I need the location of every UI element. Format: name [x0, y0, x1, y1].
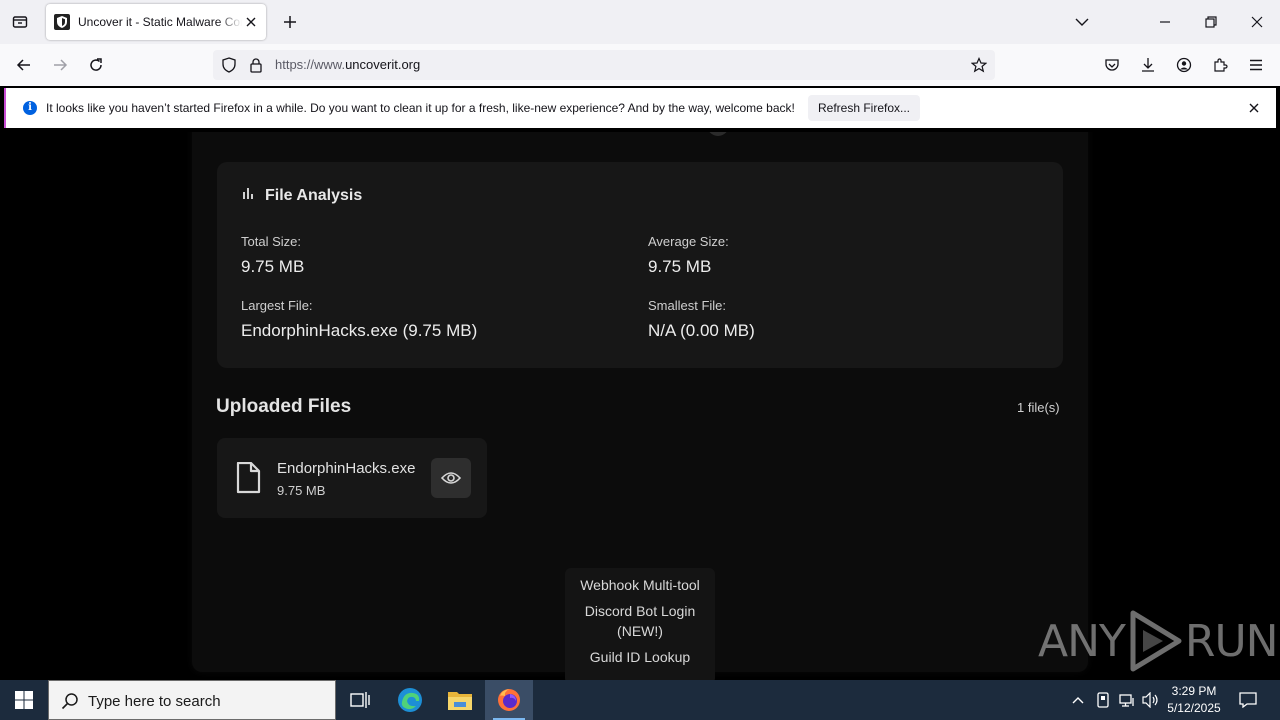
search-placeholder: Type here to search [88, 693, 221, 710]
edge-taskbar-button[interactable] [386, 680, 434, 720]
notification-message: It looks like you haven’t started Firefo… [46, 101, 795, 115]
system-clock[interactable]: 3:29 PM 5/12/2025 [1164, 683, 1224, 717]
clock-date: 5/12/2025 [1167, 701, 1221, 715]
bookmark-star-icon[interactable] [969, 55, 989, 75]
refresh-firefox-button[interactable]: Refresh Firefox... [808, 95, 920, 121]
tab-title: Uncover it - Static Malware Control [78, 15, 242, 29]
notifications-button[interactable] [1230, 680, 1266, 720]
file-card: EndorphinHacks.exe 9.75 MB [217, 438, 487, 518]
file-analysis-title: File Analysis [265, 186, 363, 204]
close-window-icon[interactable] [1247, 12, 1267, 32]
back-icon[interactable] [14, 55, 34, 75]
total-size-label: Total Size: [241, 234, 301, 249]
info-icon: i [23, 101, 37, 115]
guild-id-lookup-link[interactable]: Guild ID Lookup [565, 647, 715, 667]
smallest-file-label: Smallest File: [648, 298, 727, 313]
restore-window-icon[interactable] [1201, 12, 1221, 32]
lock-icon[interactable] [247, 56, 265, 74]
speaker-icon [1142, 692, 1158, 708]
new-tab-icon[interactable] [280, 12, 300, 32]
file-name: EndorphinHacks.exe [277, 460, 416, 477]
file-analysis-card: File Analysis Total Size: 9.75 MB Averag… [217, 162, 1063, 368]
network-icon [1119, 694, 1134, 707]
windows-taskbar: Type here to search 3:29 PM 5/12/2025 [0, 680, 1280, 720]
close-tab-icon[interactable] [242, 13, 260, 31]
tab-bar: Uncover it - Static Malware Control [0, 0, 1280, 44]
task-view-button[interactable] [336, 680, 384, 720]
firefox-taskbar-button[interactable] [485, 680, 533, 720]
site-favicon-icon [54, 14, 70, 30]
edge-icon [398, 688, 422, 712]
notification-icon [1239, 692, 1257, 708]
file-count: 1 file(s) [1017, 400, 1060, 415]
largest-file-value: EndorphinHacks.exe (9.75 MB) [241, 321, 478, 340]
minimize-window-icon[interactable] [1155, 12, 1175, 32]
windows-logo-icon [15, 691, 33, 709]
largest-file-label: Largest File: [241, 298, 313, 313]
webhook-multitool-link[interactable]: Webhook Multi-tool [565, 575, 715, 595]
url-bar[interactable]: https://www.uncoverit.org [213, 50, 995, 80]
menu-icon[interactable] [1246, 55, 1266, 75]
folder-icon [448, 692, 472, 710]
bar-chart-icon [241, 186, 255, 205]
url-prefix: https://www. [275, 57, 346, 72]
network-button[interactable] [1115, 680, 1139, 720]
volume-button[interactable] [1139, 680, 1163, 720]
eye-icon [441, 472, 461, 484]
taskbar-search-box[interactable]: Type here to search [48, 680, 336, 720]
file-document-icon [235, 461, 261, 499]
browser-tab[interactable]: Uncover it - Static Malware Control [46, 4, 266, 40]
reload-icon[interactable] [86, 55, 106, 75]
account-icon[interactable] [1174, 55, 1194, 75]
close-notification-icon[interactable] [1246, 100, 1262, 116]
url-domain: uncoverit.org [345, 57, 421, 72]
show-hidden-icons-button[interactable] [1066, 680, 1090, 720]
url-text[interactable]: https://www.uncoverit.org [275, 57, 420, 72]
clock-time: 3:29 PM [1171, 684, 1217, 698]
new-badge[interactable]: (NEW!) [565, 621, 715, 641]
start-button[interactable] [0, 680, 48, 720]
file-size: 9.75 MB [277, 483, 326, 498]
anyrun-watermark-logo: ANY RUN [1038, 610, 1279, 672]
chevron-down-icon[interactable] [1072, 12, 1092, 32]
average-size-label: Average Size: [648, 234, 729, 249]
device-icon [1097, 692, 1109, 708]
list-all-tabs-icon[interactable] [10, 12, 30, 32]
total-size-value: 9.75 MB [241, 257, 305, 276]
view-file-button[interactable] [431, 458, 471, 498]
page-content: File Analysis Total Size: 9.75 MB Averag… [0, 132, 1280, 680]
smallest-file-value: N/A (0.00 MB) [648, 321, 755, 340]
chevron-up-icon [1072, 697, 1084, 704]
discord-bot-login-link[interactable]: Discord Bot Login [565, 601, 715, 621]
pocket-icon[interactable] [1102, 55, 1122, 75]
file-explorer-taskbar-button[interactable] [436, 680, 484, 720]
firefox-icon [498, 689, 520, 711]
network-status-button[interactable] [1091, 680, 1115, 720]
uploaded-files-title: Uploaded Files [216, 396, 352, 417]
navigation-bar: https://www.uncoverit.org [0, 44, 1280, 86]
search-icon [61, 692, 79, 715]
forward-icon[interactable] [50, 55, 70, 75]
downloads-icon[interactable] [1138, 55, 1158, 75]
average-size-value: 9.75 MB [648, 257, 712, 276]
refresh-firefox-notification: i It looks like you haven’t started Fire… [4, 88, 1276, 128]
extensions-icon[interactable] [1210, 55, 1230, 75]
task-view-icon [350, 692, 370, 708]
file-analysis-header: File Analysis [241, 186, 362, 205]
tracking-protection-shield-icon[interactable] [219, 56, 239, 74]
tools-menu: Webhook Multi-tool Discord Bot Login (NE… [565, 568, 715, 680]
